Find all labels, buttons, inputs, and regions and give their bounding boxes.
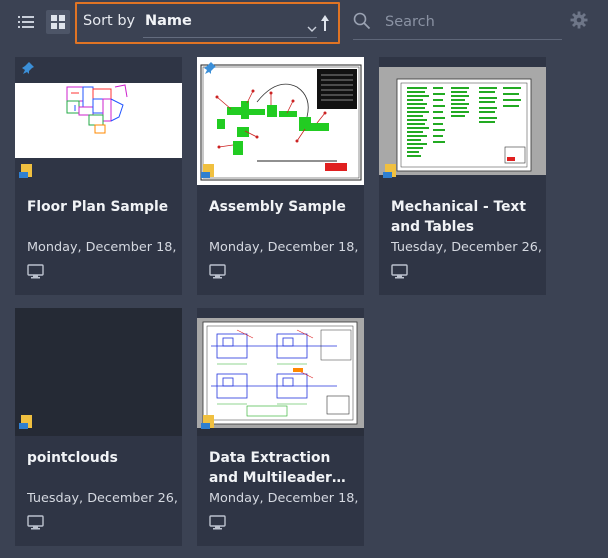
device-icon (209, 264, 226, 283)
drawing-thumbnail (379, 57, 546, 185)
drawing-card[interactable]: pointclouds Tuesday, December 26, … (15, 308, 182, 546)
card-date: Monday, December 18, 2… (209, 240, 359, 255)
search-input[interactable] (385, 10, 555, 34)
sort-by-label: Sort by (83, 13, 136, 29)
gear-icon[interactable] (570, 11, 588, 33)
sort-ascending-icon[interactable] (320, 14, 330, 36)
drawing-thumbnail (197, 308, 364, 436)
device-icon (209, 515, 226, 534)
search-box (353, 8, 562, 40)
card-title: Data Extraction and Multileader… (209, 450, 346, 486)
card-date: Monday, December 18, 2… (209, 491, 359, 506)
pin-icon[interactable] (21, 61, 35, 75)
device-icon (27, 264, 44, 283)
card-title: Assembly Sample (209, 199, 346, 215)
dwg-file-icon (383, 163, 397, 179)
dwg-file-icon (201, 414, 215, 430)
dwg-file-icon (19, 163, 33, 179)
sort-value: Name (145, 13, 192, 29)
search-icon (353, 12, 371, 34)
chevron-down-icon (307, 17, 317, 36)
drawing-card[interactable]: Assembly Sample Monday, December 18, 2… (197, 57, 364, 295)
drawing-card[interactable]: Floor Plan Sample Monday, December 18, 2… (15, 57, 182, 295)
dwg-file-icon (19, 414, 33, 430)
card-title: Floor Plan Sample (27, 199, 169, 215)
sort-control: Sort by Name (75, 2, 340, 44)
device-icon (27, 515, 44, 534)
grid-view-icon[interactable] (46, 10, 70, 34)
card-date: Tuesday, December 26, … (391, 240, 541, 255)
list-view-icon[interactable] (14, 10, 38, 34)
card-title: Mechanical - Text and Tables (391, 199, 526, 235)
device-icon (391, 264, 408, 283)
dwg-file-icon (201, 163, 215, 179)
drawing-card[interactable]: Data Extraction and Multileader… Monday,… (197, 308, 364, 546)
card-date: Tuesday, December 26, … (27, 491, 177, 506)
drawing-thumbnail (15, 308, 182, 436)
card-date: Monday, December 18, 2… (27, 240, 177, 255)
toolbar: Sort by Name (0, 0, 608, 46)
drawing-thumbnail (197, 57, 364, 185)
pin-icon[interactable] (203, 61, 217, 75)
drawing-thumbnail (15, 57, 182, 185)
card-title: pointclouds (27, 450, 118, 466)
drawing-card[interactable]: Mechanical - Text and Tables Tuesday, De… (379, 57, 546, 295)
sort-select[interactable]: Name (143, 8, 317, 38)
